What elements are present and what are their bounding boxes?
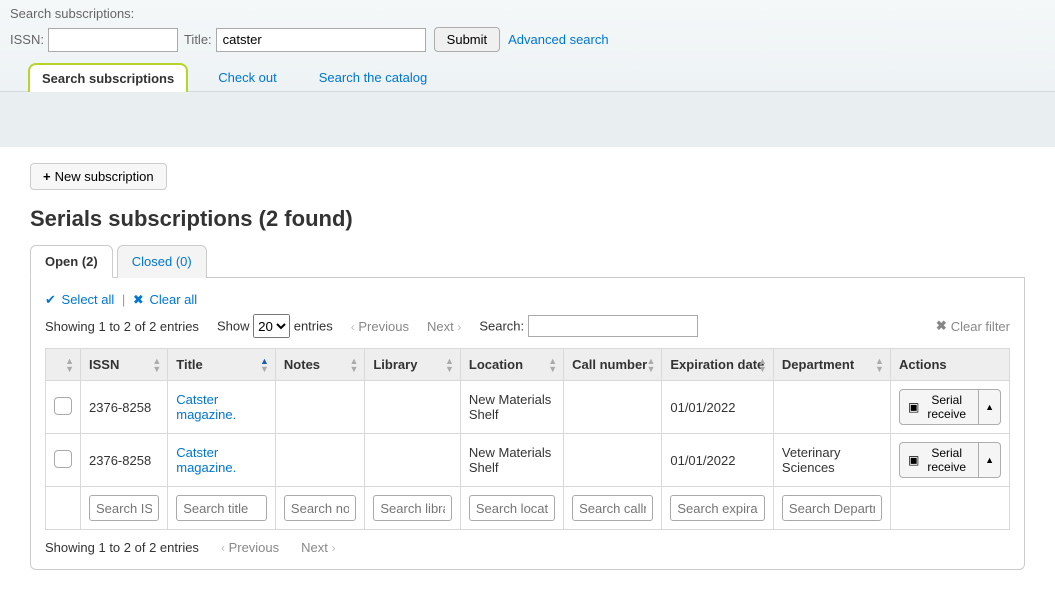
row-checkbox[interactable] — [54, 450, 72, 468]
caret-up-icon: ▲ — [985, 455, 994, 465]
cell-issn: 2376-8258 — [81, 381, 168, 434]
inbox-icon: ▣ — [908, 453, 919, 467]
col-notes[interactable]: Notes ▲▼ — [275, 349, 364, 381]
new-subscription-button[interactable]: + New subscription — [30, 163, 167, 190]
cell-notes — [275, 434, 364, 487]
divider: | — [122, 292, 125, 307]
table-search-input[interactable] — [528, 315, 698, 337]
select-all-link[interactable]: Select all — [62, 292, 115, 307]
col-expiration[interactable]: Expiration date ▲▼ — [662, 349, 774, 381]
serial-receive-button[interactable]: ▣ Serial receive — [899, 442, 979, 478]
cell-library — [365, 381, 461, 434]
entries-label: entries — [294, 319, 333, 334]
cell-library — [365, 434, 461, 487]
clear-icon: ✖ — [133, 292, 144, 307]
col-library[interactable]: Library ▲▼ — [365, 349, 461, 381]
filter-location[interactable] — [469, 495, 555, 521]
column-filter-row — [46, 487, 1010, 530]
close-icon: ✖ — [936, 318, 947, 334]
filter-expiration[interactable] — [670, 495, 765, 521]
pager-previous-bottom[interactable]: ‹ Previous — [221, 540, 279, 555]
show-label: Show — [217, 319, 250, 334]
cell-location: New Materials Shelf — [460, 381, 563, 434]
table-row: 2376-8258 Catster magazine. New Material… — [46, 381, 1010, 434]
pager-next-bottom[interactable]: Next › — [301, 540, 335, 555]
col-location[interactable]: Location ▲▼ — [460, 349, 563, 381]
col-check[interactable]: ▲▼ — [46, 349, 81, 381]
showing-entries-bottom: Showing 1 to 2 of 2 entries — [45, 540, 199, 555]
clear-all-link[interactable]: Clear all — [149, 292, 197, 307]
filter-title[interactable] — [176, 495, 267, 521]
new-subscription-label: New subscription — [55, 169, 154, 184]
inbox-icon: ▣ — [908, 400, 919, 414]
cell-expiration: 01/01/2022 — [662, 381, 774, 434]
col-issn[interactable]: ISSN ▲▼ — [81, 349, 168, 381]
cell-callnumber — [564, 381, 662, 434]
table-search-label: Search: — [479, 319, 524, 334]
title-label: Title: — [184, 32, 212, 47]
cell-title-link[interactable]: Catster magazine. — [176, 445, 236, 475]
check-icon: ✔ — [45, 292, 56, 307]
chevron-right-icon: › — [332, 541, 336, 555]
tab-search-catalog[interactable]: Search the catalog — [307, 64, 439, 91]
chevron-left-icon: ‹ — [351, 320, 355, 334]
show-entries-select[interactable]: 20 — [253, 314, 290, 338]
cell-department — [773, 381, 890, 434]
pager-previous-top[interactable]: ‹ Previous — [351, 319, 409, 334]
issn-input[interactable] — [48, 28, 178, 52]
issn-label: ISSN: — [10, 32, 44, 47]
clear-filter-button[interactable]: ✖ Clear filter — [936, 318, 1010, 334]
cell-issn: 2376-8258 — [81, 434, 168, 487]
submit-button[interactable]: Submit — [434, 27, 500, 52]
title-input[interactable] — [216, 28, 426, 52]
table-row: 2376-8258 Catster magazine. New Material… — [46, 434, 1010, 487]
showing-entries-top: Showing 1 to 2 of 2 entries — [45, 319, 199, 334]
chevron-right-icon: › — [457, 320, 461, 334]
cell-department: Veterinary Sciences — [773, 434, 890, 487]
action-dropdown-toggle[interactable]: ▲ — [979, 442, 1001, 478]
col-actions: Actions — [890, 349, 1009, 381]
tab-closed[interactable]: Closed (0) — [117, 245, 207, 278]
tab-search-subscriptions[interactable]: Search subscriptions — [28, 63, 188, 92]
filter-issn[interactable] — [89, 495, 159, 521]
page-heading: Serials subscriptions (2 found) — [30, 206, 1025, 232]
cell-callnumber — [564, 434, 662, 487]
cell-expiration: 01/01/2022 — [662, 434, 774, 487]
tab-check-out[interactable]: Check out — [206, 64, 289, 91]
col-title[interactable]: Title ▲▼ — [168, 349, 276, 381]
pager-next-top[interactable]: Next › — [427, 319, 461, 334]
searchbar-title: Search subscriptions: — [10, 6, 1045, 21]
advanced-search-link[interactable]: Advanced search — [508, 32, 608, 47]
action-dropdown-toggle[interactable]: ▲ — [979, 389, 1001, 425]
filter-callnumber[interactable] — [572, 495, 653, 521]
cell-notes — [275, 381, 364, 434]
cell-location: New Materials Shelf — [460, 434, 563, 487]
caret-up-icon: ▲ — [985, 402, 994, 412]
filter-notes[interactable] — [284, 495, 356, 521]
filter-department[interactable] — [782, 495, 882, 521]
col-callnumber[interactable]: Call number ▲▼ — [564, 349, 662, 381]
tab-open[interactable]: Open (2) — [30, 245, 113, 278]
cell-title-link[interactable]: Catster magazine. — [176, 392, 236, 422]
chevron-left-icon: ‹ — [221, 541, 225, 555]
plus-icon: + — [43, 169, 51, 184]
serial-receive-button[interactable]: ▣ Serial receive — [899, 389, 979, 425]
row-checkbox[interactable] — [54, 397, 72, 415]
col-department[interactable]: Department ▲▼ — [773, 349, 890, 381]
filter-library[interactable] — [373, 495, 452, 521]
